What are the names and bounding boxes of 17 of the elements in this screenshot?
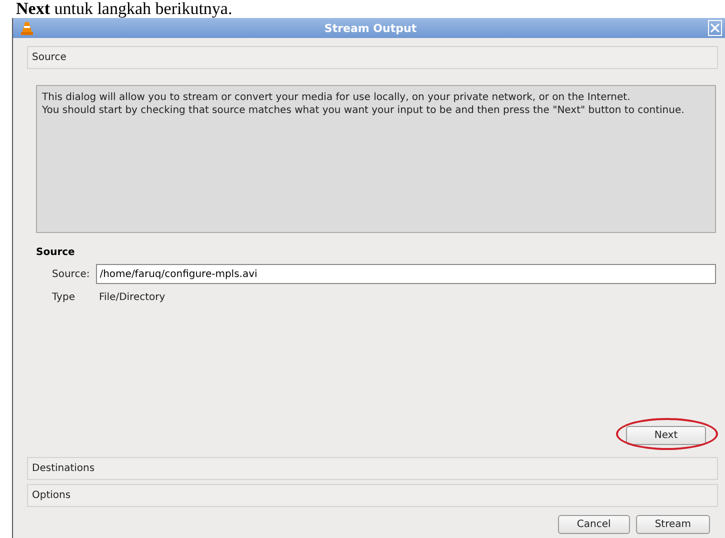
source-field[interactable]: /home/faruq/configure-mpls.avi	[96, 264, 716, 284]
field-label: Type	[52, 292, 75, 303]
description-text: This dialog will allow you to stream or convert your media for use locally, on your private network, or on the Internet.	[42, 91, 632, 104]
dialog-button[interactable]: Cancel	[558, 515, 630, 534]
type-value: File/Directory	[98, 292, 166, 303]
traffic-cone-icon	[21, 21, 33, 35]
section-header[interactable]: Destinations	[27, 457, 718, 480]
next-button[interactable]: Next	[626, 426, 706, 445]
field-label: Source:	[52, 268, 90, 280]
dialog-button[interactable]: Stream	[636, 515, 710, 534]
caption-text: Next untuk langkah berikutnya.	[15, 0, 234, 18]
close-icon[interactable]	[708, 20, 722, 36]
section-header[interactable]: Options	[27, 484, 718, 507]
description-text: You should start by checking that source matches what you want your input to be and then press the "Next" button to continue.	[42, 104, 686, 117]
window-title: Stream Output	[323, 22, 418, 34]
group-title: Source	[36, 247, 76, 258]
section-header[interactable]: Source	[27, 46, 718, 69]
